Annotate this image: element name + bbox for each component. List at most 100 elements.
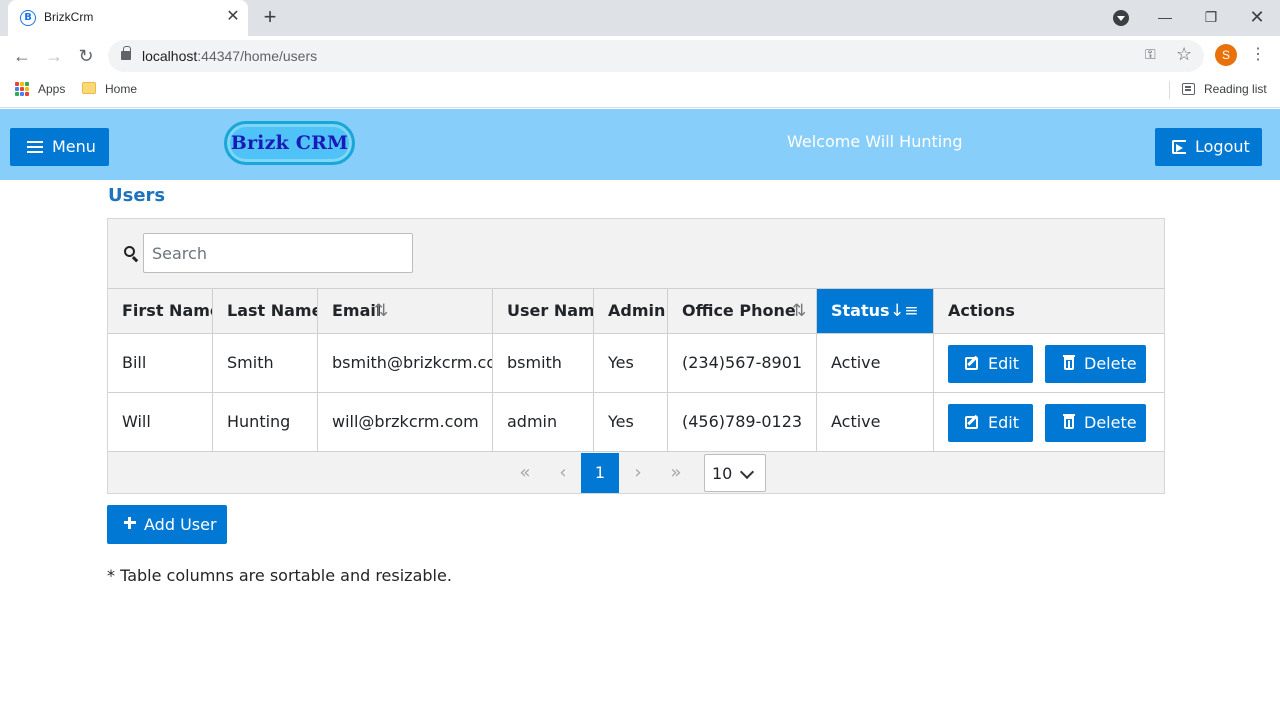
column-label: Admin (608, 301, 666, 320)
cell-actions: Edit Delete (934, 393, 1164, 451)
column-header-status[interactable]: Status ↓≡ (817, 289, 934, 333)
column-label: Actions (948, 301, 1015, 320)
last-page-icon[interactable]: » (657, 453, 695, 493)
browser-toolbar: ← → ↻ localhost:44347/home/users ⚿ ☆ (0, 36, 1280, 76)
cell-actions: Edit Delete (934, 334, 1164, 392)
column-label: Last Name (227, 301, 318, 320)
tab-title: BrizkCrm (44, 10, 94, 24)
sign-out-icon (1172, 140, 1186, 154)
edit-icon (965, 357, 978, 370)
column-header-admin[interactable]: Admin (594, 289, 668, 333)
column-label: First Name (122, 301, 213, 320)
column-header-actions: Actions (934, 289, 1164, 333)
plus-icon (124, 517, 136, 529)
bookmark-star-icon[interactable]: ☆ (1176, 44, 1192, 65)
table-header: First Name Last Name Email⇅ User Name Ad… (108, 288, 1164, 334)
address-bar[interactable]: localhost:44347/home/users ⚿ ☆ (108, 40, 1204, 72)
profile-avatar[interactable]: S (1215, 44, 1237, 66)
cell-user-name: admin (493, 393, 594, 451)
logout-label: Logout (1195, 137, 1250, 156)
sort-both-icon[interactable]: ⇅ (792, 289, 806, 333)
cell-office-phone: (456)789-0123 (668, 393, 817, 451)
reload-icon[interactable]: ↻ (74, 44, 98, 68)
tab-search-icon[interactable] (1113, 10, 1129, 26)
edit-button[interactable]: Edit (948, 404, 1033, 442)
bookmark-apps[interactable]: Apps (38, 82, 65, 96)
url-host: localhost (142, 48, 198, 64)
column-header-first-name[interactable]: First Name (108, 289, 213, 333)
table-row[interactable]: Will Hunting will@brzkcrm.com admin Yes … (108, 393, 1164, 452)
hamburger-icon (27, 141, 43, 143)
cell-status: Active (817, 393, 934, 451)
users-grid: First Name Last Name Email⇅ User Name Ad… (107, 218, 1165, 494)
url-path: :44347/home/users (197, 48, 318, 64)
new-tab-icon[interactable]: + (258, 6, 282, 30)
column-label: Office Phone (682, 301, 796, 320)
edit-label: Edit (988, 413, 1019, 432)
delete-button[interactable]: Delete (1045, 345, 1146, 383)
page-size-select[interactable]: 10 (704, 454, 766, 492)
reading-list[interactable]: Reading list (1204, 82, 1267, 96)
column-header-user-name[interactable]: User Name (493, 289, 594, 333)
page-title: Users (108, 185, 166, 206)
pager: « ‹ 1 › » 10 (108, 453, 1164, 493)
delete-button[interactable]: Delete (1045, 404, 1146, 442)
menu-button[interactable]: Menu (10, 128, 109, 166)
search-icon (124, 246, 135, 257)
delete-label: Delete (1084, 413, 1137, 432)
cell-office-phone: (234)567-8901 (668, 334, 817, 392)
logo-text: Brizk CRM (230, 132, 349, 154)
app-header: Menu Brizk CRM Welcome Will Hunting Logo… (0, 109, 1280, 180)
next-page-icon[interactable]: › (619, 453, 657, 493)
cell-last-name: Hunting (213, 393, 318, 451)
favicon-icon: B (20, 10, 36, 26)
sort-both-icon[interactable]: ⇅ (374, 289, 388, 333)
page-size-value: 10 (712, 464, 733, 483)
lock-icon (121, 46, 131, 60)
window-close-icon[interactable]: ✕ (1242, 6, 1272, 28)
restore-icon[interactable]: ❐ (1196, 6, 1226, 28)
edit-button[interactable]: Edit (948, 345, 1033, 383)
sort-desc-icon[interactable]: ↓≡ (890, 289, 919, 333)
minimize-icon[interactable]: — (1150, 6, 1180, 28)
table-row[interactable]: Bill Smith bsmith@brizkcrm.com bsmith Ye… (108, 334, 1164, 393)
logout-button[interactable]: Logout (1155, 128, 1262, 166)
back-icon[interactable]: ← (10, 44, 34, 68)
add-user-label: Add User (144, 515, 217, 534)
cell-email: bsmith@brizkcrm.com (318, 334, 493, 392)
cell-first-name: Will (108, 393, 213, 451)
key-icon[interactable]: ⚿ (1145, 46, 1156, 63)
cell-admin: Yes (594, 393, 668, 451)
cell-admin: Yes (594, 334, 668, 392)
page-number-current[interactable]: 1 (581, 453, 619, 493)
delete-label: Delete (1084, 354, 1137, 373)
bookmarks-bar: Apps Home Reading list (0, 76, 1280, 108)
reading-list-icon (1182, 83, 1195, 95)
previous-page-icon[interactable]: ‹ (544, 453, 582, 493)
column-header-last-name[interactable]: Last Name (213, 289, 318, 333)
forward-icon[interactable]: → (42, 44, 66, 68)
browser-tab[interactable]: B BrizkCrm ✕ (8, 0, 248, 36)
add-user-button[interactable]: Add User (107, 505, 227, 544)
column-header-office-phone[interactable]: Office Phone ⇅ (668, 289, 817, 333)
cell-email: will@brzkcrm.com (318, 393, 493, 451)
column-label: User Name (507, 301, 594, 320)
cell-user-name: bsmith (493, 334, 594, 392)
close-tab-icon[interactable]: ✕ (224, 8, 242, 26)
chevron-down-icon (739, 464, 755, 480)
apps-grid-icon[interactable] (15, 82, 29, 96)
more-options-icon[interactable]: ⋮ (1250, 44, 1266, 66)
menu-label: Menu (52, 137, 96, 156)
bookmark-home[interactable]: Home (105, 82, 137, 96)
edit-label: Edit (988, 354, 1019, 373)
welcome-text: Welcome Will Hunting (787, 132, 963, 151)
brand-logo: Brizk CRM (224, 121, 355, 165)
search-input[interactable] (143, 233, 413, 273)
first-page-icon[interactable]: « (506, 453, 544, 493)
column-label: Status (831, 301, 890, 320)
trash-icon (1063, 414, 1075, 429)
column-header-email[interactable]: Email ⇅ (318, 289, 493, 333)
browser-tabstrip: B BrizkCrm ✕ + — ❐ ✕ (0, 0, 1280, 36)
edit-icon (965, 416, 978, 429)
footnote: * Table columns are sortable and resizab… (107, 566, 452, 585)
